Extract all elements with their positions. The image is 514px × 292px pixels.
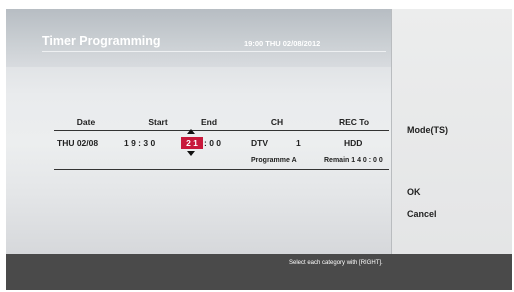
mode-ts-option[interactable]: Mode(TS)	[407, 125, 448, 135]
cancel-button[interactable]: Cancel	[407, 209, 437, 219]
header-divider	[54, 130, 389, 131]
programme-name: Programme A	[251, 157, 297, 164]
column-header-rec-to: REC To	[338, 117, 370, 127]
footer-hint: Select each category with [RIGHT].	[289, 260, 383, 266]
column-header-ch: CH	[270, 117, 284, 127]
channel-type-field[interactable]: DTV	[251, 138, 268, 148]
rec-to-field[interactable]: HDD	[344, 138, 362, 148]
title-divider	[42, 51, 386, 52]
side-menu: Mode(TS) OK Cancel	[391, 9, 512, 254]
channel-number-field[interactable]: 1	[296, 138, 301, 148]
remaining-time: Remain 1 4 0 : 0 0	[324, 157, 383, 164]
arrow-down-icon[interactable]	[187, 151, 195, 156]
column-header-end: End	[200, 117, 218, 127]
timer-panel: Timer Programming 19:00 THU 02/08/2012 D…	[6, 9, 391, 254]
ok-button[interactable]: OK	[407, 187, 421, 197]
row-divider	[54, 169, 389, 170]
page-title: Timer Programming	[42, 34, 161, 48]
start-time-field[interactable]: 1 9 : 3 0	[124, 138, 155, 148]
clock-display: 19:00 THU 02/08/2012	[244, 39, 321, 48]
date-field[interactable]: THU 02/08	[57, 138, 98, 148]
end-minute-field[interactable]: : 0 0	[204, 138, 221, 148]
tv-screen: Timer Programming 19:00 THU 02/08/2012 D…	[6, 9, 512, 290]
end-hour-field[interactable]: 2 1	[181, 137, 203, 149]
column-header-date: Date	[76, 117, 96, 127]
arrow-up-icon[interactable]	[187, 129, 195, 134]
